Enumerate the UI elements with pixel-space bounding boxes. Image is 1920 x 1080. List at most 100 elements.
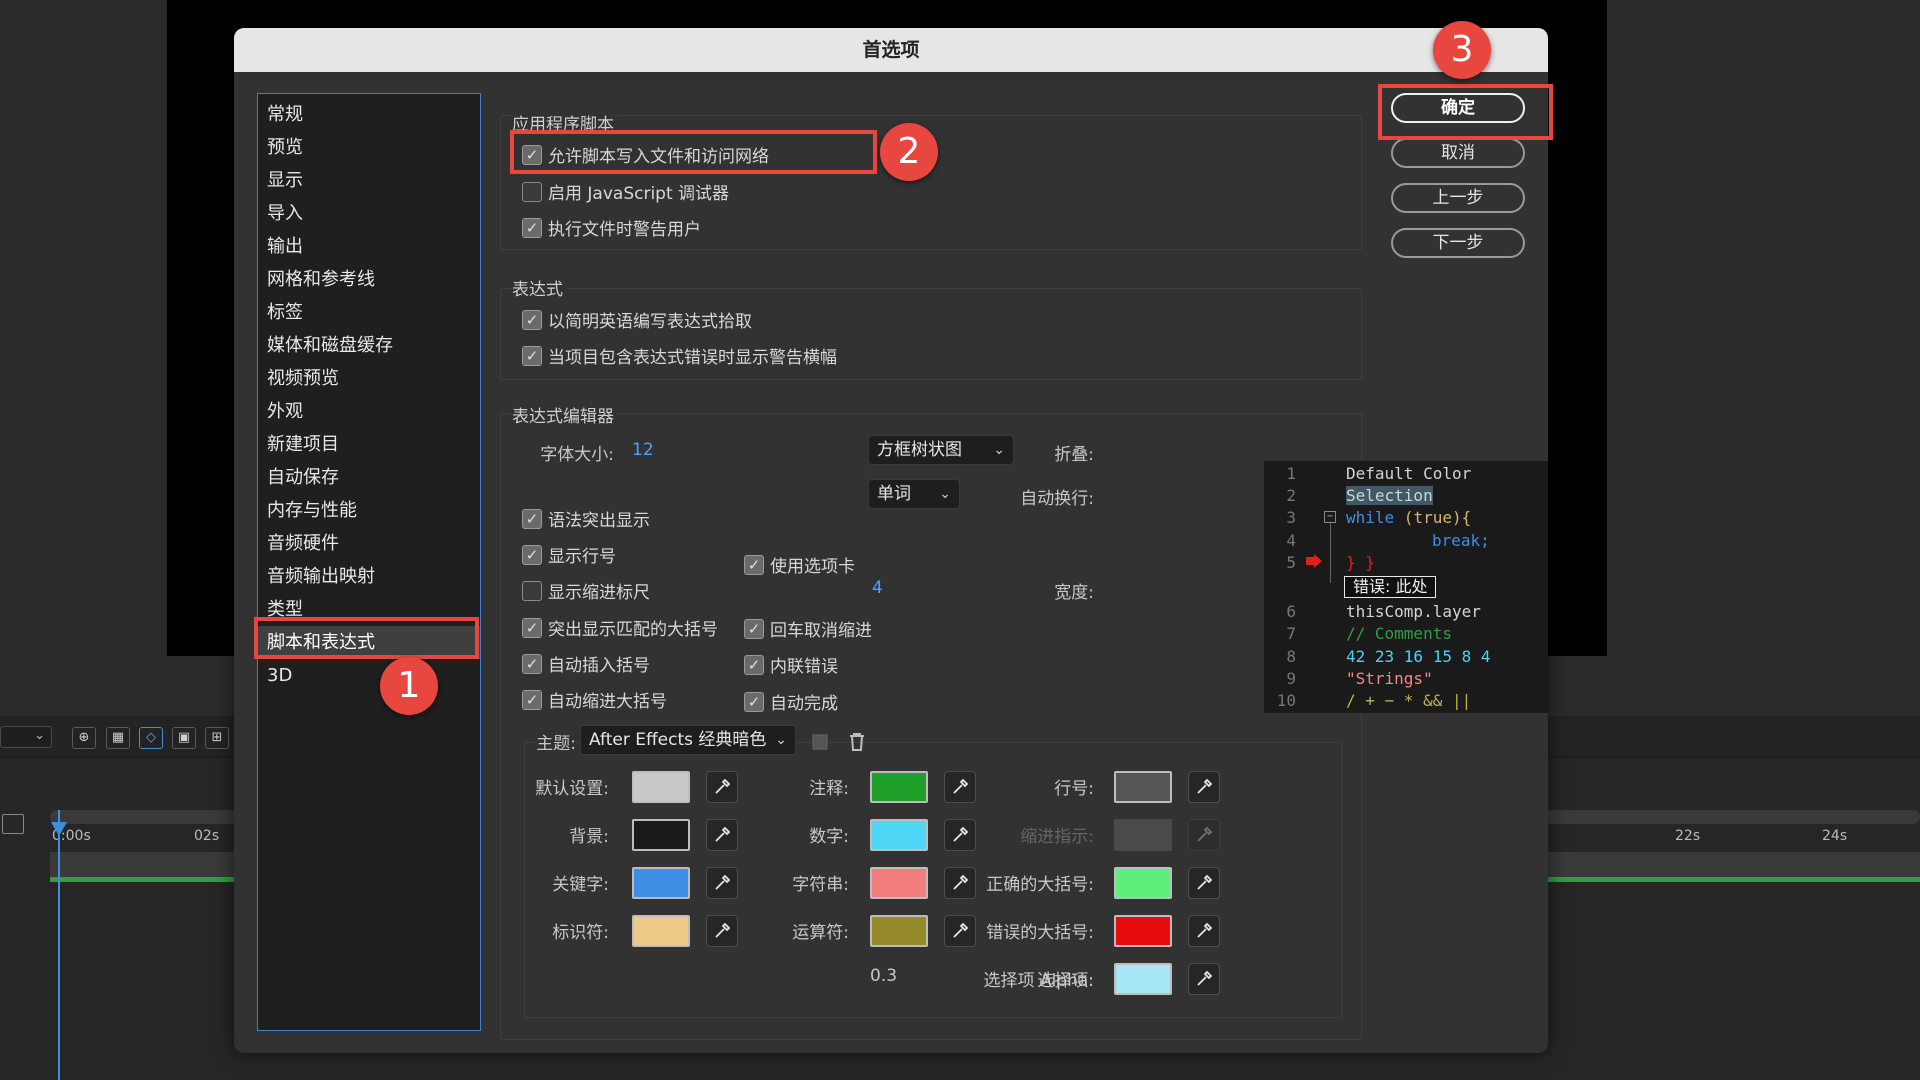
category-item[interactable]: 常规 bbox=[258, 98, 480, 131]
theme-select-value: After Effects 经典暗色 bbox=[589, 730, 767, 750]
comp-icon[interactable] bbox=[2, 814, 24, 834]
category-item[interactable]: 音频硬件 bbox=[258, 527, 480, 560]
checkbox-line-numbers[interactable]: ✓ bbox=[522, 544, 542, 565]
enable-debugger-option[interactable]: 启用 JavaScript 调试器 bbox=[522, 179, 729, 204]
viewer-dropdown[interactable]: ⌄ bbox=[0, 726, 52, 748]
checkbox-label: 使用选项卡 bbox=[770, 557, 855, 577]
swatch-operator[interactable] bbox=[870, 915, 928, 947]
swatch-number[interactable] bbox=[870, 819, 928, 851]
syntax-highlight-option[interactable]: ✓ 语法突出显示 bbox=[522, 506, 650, 531]
category-item[interactable]: 预览 bbox=[258, 131, 480, 164]
checkbox-highlight-brackets[interactable]: ✓ bbox=[522, 617, 542, 638]
fold-toggle-icon[interactable]: − bbox=[1324, 511, 1336, 523]
eyedropper-icon[interactable] bbox=[706, 915, 738, 947]
playhead[interactable] bbox=[58, 810, 60, 1080]
checkbox-autocomplete[interactable]: ✓ bbox=[744, 691, 764, 712]
checkbox-warn-user[interactable]: ✓ bbox=[522, 217, 542, 238]
eyedropper-icon[interactable] bbox=[706, 819, 738, 851]
transparency-grid-icon[interactable]: ▦ bbox=[106, 727, 130, 749]
section-title: 表达式 bbox=[512, 275, 567, 300]
tab-width-value[interactable]: 4 bbox=[872, 578, 883, 598]
warn-user-option[interactable]: ✓ 执行文件时警告用户 bbox=[522, 215, 701, 240]
category-item[interactable]: 标签 bbox=[258, 296, 480, 329]
trash-icon[interactable] bbox=[848, 732, 866, 752]
eyedropper-icon[interactable] bbox=[944, 771, 976, 803]
autocomplete-option[interactable]: ✓ 自动完成 bbox=[744, 689, 838, 714]
code-line: / + − * && || bbox=[1346, 691, 1472, 710]
auto-insert-brackets-option[interactable]: ✓ 自动插入括号 bbox=[522, 651, 650, 676]
swatch-mismatched-brace[interactable] bbox=[1114, 915, 1172, 947]
safe-zone-icon[interactable]: ⊞ bbox=[205, 727, 229, 749]
category-item[interactable]: 音频输出映射 bbox=[258, 560, 480, 593]
category-item[interactable]: 显示 bbox=[258, 164, 480, 197]
plain-english-option[interactable]: ✓ 以简明英语编写表达式拾取 bbox=[522, 307, 752, 332]
use-tabs-option[interactable]: ✓ 使用选项卡 bbox=[744, 552, 855, 577]
code-line: thisComp.layer bbox=[1346, 602, 1481, 621]
swatch-comment[interactable] bbox=[870, 771, 928, 803]
swatch-string[interactable] bbox=[870, 867, 928, 899]
playhead-handle[interactable] bbox=[51, 822, 67, 836]
highlight-brackets-option[interactable]: ✓ 突出显示匹配的大括号 bbox=[522, 615, 718, 640]
checkbox-enable-debugger[interactable] bbox=[522, 181, 542, 202]
enter-cancel-indent-option[interactable]: ✓ 回车取消缩进 bbox=[744, 616, 872, 641]
color-label: 行号: bbox=[1054, 779, 1094, 799]
theme-select[interactable]: After Effects 经典暗色 ⌄ bbox=[580, 725, 796, 755]
word-wrap-select[interactable]: 单词 ⌄ bbox=[868, 479, 960, 509]
zoom-icon[interactable]: ⊕ bbox=[72, 727, 96, 749]
category-item[interactable]: 网格和参考线 bbox=[258, 263, 480, 296]
category-item[interactable]: 媒体和磁盘缓存 bbox=[258, 329, 480, 362]
swatch-default[interactable] bbox=[632, 771, 690, 803]
checkbox-plain-english[interactable]: ✓ bbox=[522, 309, 542, 330]
category-item[interactable]: 新建项目 bbox=[258, 428, 480, 461]
category-item[interactable]: 3D bbox=[258, 659, 480, 692]
checkbox-indent-ruler[interactable] bbox=[522, 580, 542, 601]
checkbox-label: 当项目包含表达式错误时显示警告横幅 bbox=[548, 348, 837, 368]
swatch-selection[interactable] bbox=[1114, 963, 1172, 995]
eyedropper-icon[interactable] bbox=[944, 867, 976, 899]
fold-select[interactable]: 方框树状图 ⌄ bbox=[868, 435, 1014, 465]
checkbox-syntax-highlight[interactable]: ✓ bbox=[522, 508, 542, 529]
eyedropper-icon[interactable] bbox=[706, 771, 738, 803]
category-item[interactable]: 输出 bbox=[258, 230, 480, 263]
indent-ruler-option[interactable]: 显示缩进标尺 bbox=[522, 578, 650, 603]
checkbox-use-tabs[interactable]: ✓ bbox=[744, 554, 764, 575]
eyedropper-icon[interactable] bbox=[1188, 867, 1220, 899]
swatch-keyword[interactable] bbox=[632, 867, 690, 899]
swatch-line-number[interactable] bbox=[1114, 771, 1172, 803]
fold-select-value: 方框树状图 bbox=[877, 440, 962, 460]
next-button[interactable]: 下一步 bbox=[1391, 228, 1525, 258]
eyedropper-icon[interactable] bbox=[1188, 771, 1220, 803]
eyedropper-icon[interactable] bbox=[944, 819, 976, 851]
auto-indent-braces-option[interactable]: ✓ 自动缩进大括号 bbox=[522, 687, 667, 712]
eyedropper-icon[interactable] bbox=[944, 915, 976, 947]
checkbox-inline-errors[interactable]: ✓ bbox=[744, 654, 764, 675]
checkbox-auto-insert-brackets[interactable]: ✓ bbox=[522, 653, 542, 674]
cancel-button[interactable]: 取消 bbox=[1391, 138, 1525, 168]
category-item[interactable]: 视频预览 bbox=[258, 362, 480, 395]
eyedropper-icon[interactable] bbox=[1188, 915, 1220, 947]
checkbox-enter-cancel-indent[interactable]: ✓ bbox=[744, 618, 764, 639]
previous-button[interactable]: 上一步 bbox=[1391, 183, 1525, 213]
category-item[interactable]: 外观 bbox=[258, 395, 480, 428]
swatch-background[interactable] bbox=[632, 819, 690, 851]
eyedropper-icon[interactable] bbox=[1188, 963, 1220, 995]
mask-path-icon[interactable]: ◇ bbox=[139, 727, 163, 749]
chevron-down-icon: ⌄ bbox=[939, 486, 951, 502]
category-item[interactable]: 内存与性能 bbox=[258, 494, 480, 527]
eyedropper-icon[interactable] bbox=[706, 867, 738, 899]
inline-errors-option[interactable]: ✓ 内联错误 bbox=[744, 652, 838, 677]
category-list[interactable]: 常规 预览 显示 导入 输出 网格和参考线 标签 媒体和磁盘缓存 视频预览 外观… bbox=[257, 93, 481, 1031]
code-line: // Comments bbox=[1346, 624, 1452, 643]
swatch-matched-brace[interactable] bbox=[1114, 867, 1172, 899]
font-size-value[interactable]: 12 bbox=[632, 440, 654, 460]
save-theme-icon[interactable] bbox=[810, 732, 830, 752]
swatch-identifier[interactable] bbox=[632, 915, 690, 947]
line-numbers-option[interactable]: ✓ 显示行号 bbox=[522, 542, 616, 567]
category-item[interactable]: 自动保存 bbox=[258, 461, 480, 494]
error-banner-option[interactable]: ✓ 当项目包含表达式错误时显示警告横幅 bbox=[522, 343, 837, 368]
region-icon[interactable]: ▣ bbox=[172, 727, 196, 749]
checkbox-error-banner[interactable]: ✓ bbox=[522, 345, 542, 366]
category-item[interactable]: 导入 bbox=[258, 197, 480, 230]
alpha-value[interactable]: 0.3 bbox=[870, 966, 897, 986]
checkbox-auto-indent-braces[interactable]: ✓ bbox=[522, 689, 542, 710]
